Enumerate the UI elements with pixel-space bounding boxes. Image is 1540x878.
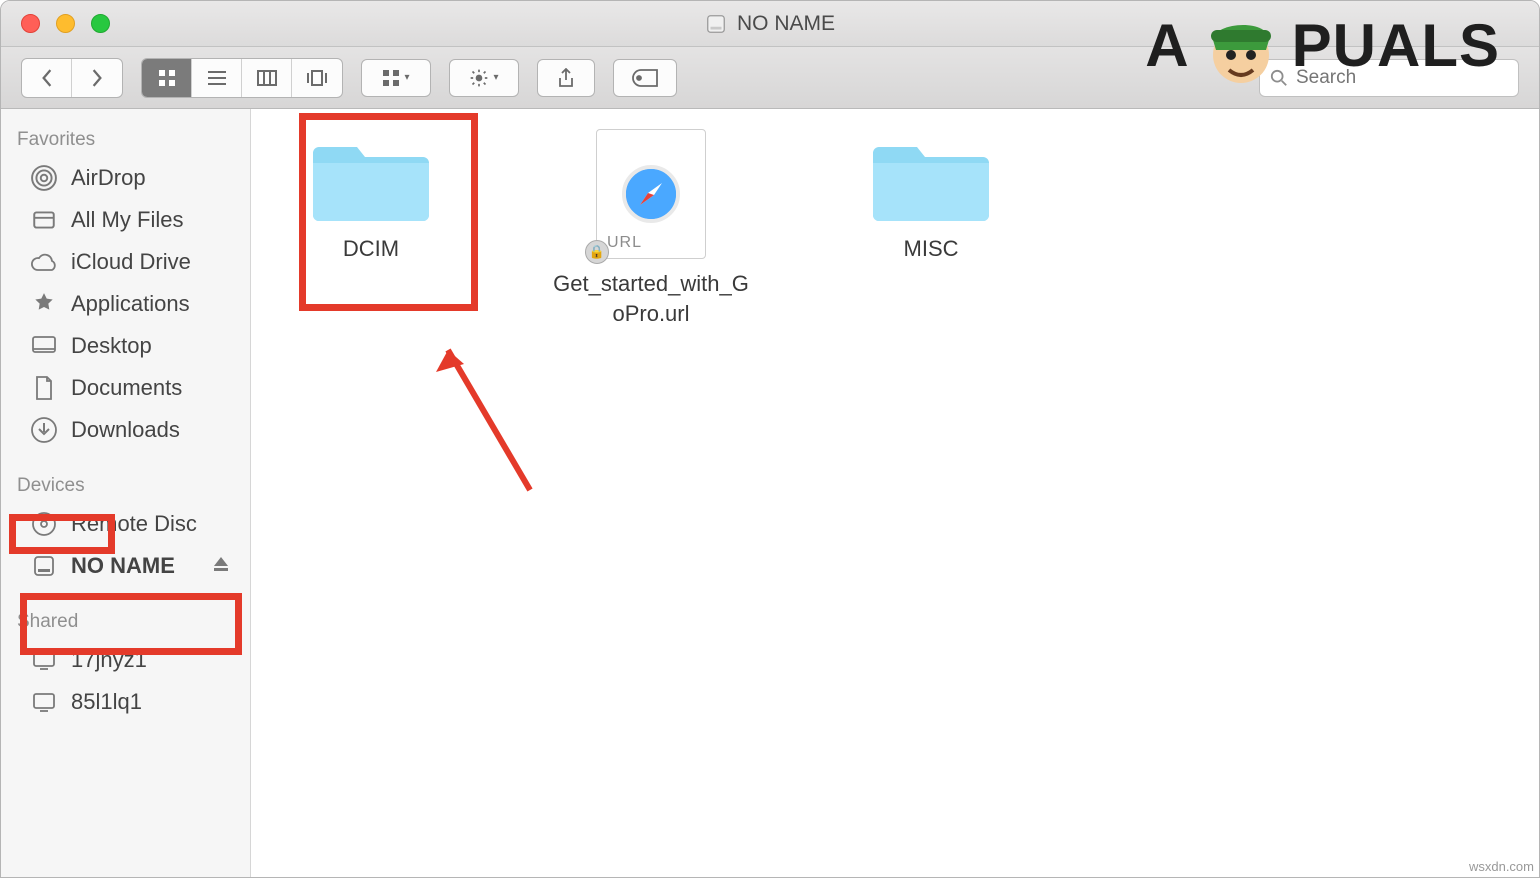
sidebar: Favorites AirDrop All My Files iCloud Dr… — [1, 109, 251, 877]
downloads-icon — [29, 417, 59, 443]
finder-window: NO NAME — [0, 0, 1540, 878]
view-mode-buttons — [141, 58, 343, 98]
nav-buttons — [21, 58, 123, 98]
file-item-dcim[interactable]: DCIM — [271, 129, 471, 264]
back-button[interactable] — [22, 59, 72, 97]
sidebar-item-label: Desktop — [71, 333, 152, 359]
desktop-icon — [29, 335, 59, 357]
sidebar-item-shared-1[interactable]: 17jnyz1 — [1, 639, 250, 681]
list-view-button[interactable] — [192, 59, 242, 97]
url-badge: URL — [607, 234, 695, 252]
sidebar-item-label: 17jnyz1 — [71, 647, 147, 673]
share-button[interactable] — [537, 59, 595, 97]
search-field[interactable] — [1259, 59, 1519, 97]
fullscreen-button[interactable] — [91, 14, 110, 33]
action-button[interactable]: ▾ — [449, 59, 519, 97]
sidebar-item-icloud-drive[interactable]: iCloud Drive — [1, 241, 250, 283]
eject-icon[interactable] — [212, 553, 230, 579]
url-file-icon: URL 🔒 — [596, 129, 706, 259]
footer-source: wsxdn.com — [1469, 859, 1534, 874]
folder-icon — [871, 129, 991, 224]
sidebar-item-label: 85l1lq1 — [71, 689, 142, 715]
sidebar-item-label: Documents — [71, 375, 182, 401]
airdrop-icon — [29, 165, 59, 191]
forward-button[interactable] — [72, 59, 122, 97]
toolbar: ▾ ▾ — [1, 47, 1539, 109]
search-icon — [1270, 69, 1288, 87]
window-title-text: NO NAME — [737, 12, 835, 36]
body: Favorites AirDrop All My Files iCloud Dr… — [1, 109, 1539, 877]
titlebar: NO NAME — [1, 1, 1539, 47]
disk-icon — [705, 13, 727, 35]
safari-icon — [622, 165, 680, 223]
arrange-button[interactable]: ▾ — [361, 59, 431, 97]
column-view-button[interactable] — [242, 59, 292, 97]
coverflow-view-button[interactable] — [292, 59, 342, 97]
tags-button[interactable] — [613, 59, 677, 97]
sidebar-item-applications[interactable]: Applications — [1, 283, 250, 325]
lock-icon: 🔒 — [585, 240, 609, 264]
sidebar-item-shared-2[interactable]: 85l1lq1 — [1, 681, 250, 723]
search-input[interactable] — [1296, 67, 1508, 89]
file-label: MISC — [904, 234, 959, 264]
file-list: DCIM URL 🔒 Get_started_with_GoPro.url — [251, 109, 1539, 877]
disk-icon — [29, 554, 59, 578]
traffic-lights — [1, 14, 110, 33]
sidebar-item-no-name[interactable]: NO NAME — [1, 545, 250, 587]
sidebar-item-airdrop[interactable]: AirDrop — [1, 157, 250, 199]
chevron-down-icon: ▾ — [404, 72, 409, 83]
sidebar-item-label: NO NAME — [71, 553, 175, 579]
disc-icon — [29, 511, 59, 537]
sidebar-item-desktop[interactable]: Desktop — [1, 325, 250, 367]
cloud-icon — [29, 252, 59, 272]
window-title: NO NAME — [705, 12, 835, 36]
shared-header: Shared — [1, 605, 94, 639]
sidebar-item-label: All My Files — [71, 207, 183, 233]
chevron-down-icon: ▾ — [493, 72, 498, 83]
sidebar-item-label: iCloud Drive — [71, 249, 191, 275]
file-item-gopro-url[interactable]: URL 🔒 Get_started_with_GoPro.url — [551, 129, 751, 328]
applications-icon — [29, 291, 59, 317]
sidebar-item-label: AirDrop — [71, 165, 146, 191]
file-item-misc[interactable]: MISC — [831, 129, 1031, 264]
sidebar-item-all-my-files[interactable]: All My Files — [1, 199, 250, 241]
minimize-button[interactable] — [56, 14, 75, 33]
devices-header: Devices — [1, 469, 101, 503]
sidebar-item-remote-disc[interactable]: Remote Disc — [1, 503, 250, 545]
sidebar-item-label: Applications — [71, 291, 190, 317]
sidebar-item-label: Downloads — [71, 417, 180, 443]
sidebar-item-documents[interactable]: Documents — [1, 367, 250, 409]
icon-view-button[interactable] — [142, 59, 192, 97]
sidebar-item-label: Remote Disc — [71, 511, 197, 537]
document-icon — [29, 375, 59, 401]
computer-icon — [29, 691, 59, 713]
close-button[interactable] — [21, 14, 40, 33]
favorites-header: Favorites — [1, 123, 111, 157]
file-label: DCIM — [343, 234, 399, 264]
folder-icon — [311, 129, 431, 224]
computer-icon — [29, 649, 59, 671]
sidebar-item-downloads[interactable]: Downloads — [1, 409, 250, 451]
all-files-icon — [29, 207, 59, 233]
file-label: Get_started_with_GoPro.url — [551, 269, 751, 328]
